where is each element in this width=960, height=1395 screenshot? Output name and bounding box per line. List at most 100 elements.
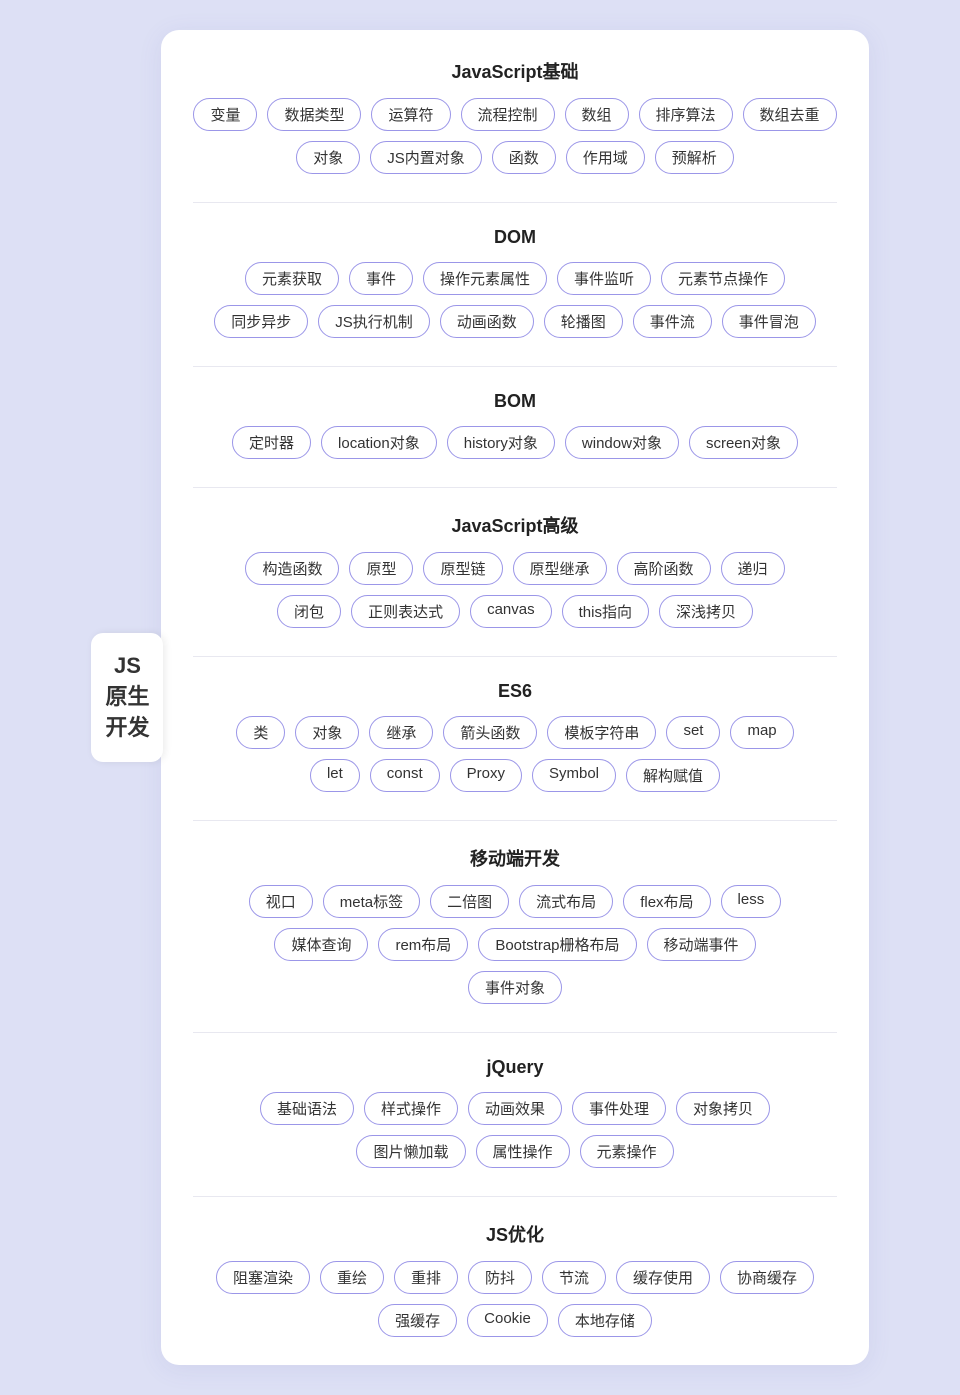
section-es6: ES6类对象继承箭头函数模板字符串setmapletconstProxySymb… (193, 681, 836, 792)
tag-item: map (730, 716, 793, 749)
tags-row-js-optimize-0: 阻塞渲染重绘重排防抖节流缓存使用协商缓存 (193, 1261, 836, 1294)
side-label: JS 原生 开发 (91, 633, 163, 761)
side-label-line3: 开发 (105, 713, 149, 744)
tag-item: 元素获取 (245, 262, 339, 295)
tag-item: 对象 (295, 716, 359, 749)
tag-item: screen对象 (689, 426, 798, 459)
tag-item: 变量 (193, 98, 257, 131)
tag-item: JS内置对象 (370, 141, 482, 174)
section-js-optimize: JS优化阻塞渲染重绘重排防抖节流缓存使用协商缓存强缓存Cookie本地存储 (193, 1221, 836, 1337)
tag-item: 重排 (394, 1261, 458, 1294)
tag-item: 操作元素属性 (423, 262, 547, 295)
tag-item: 移动端事件 (647, 928, 756, 961)
tag-item: 对象拷贝 (676, 1092, 770, 1125)
tag-item: 阻塞渲染 (216, 1261, 310, 1294)
tag-item: 原型继承 (513, 552, 607, 585)
main-card: JavaScript基础变量数据类型运算符流程控制数组排序算法数组去重对象 JS内… (161, 30, 868, 1365)
tag-item: JS执行机制 (318, 305, 430, 338)
tags-row-bom-0: 定时器 location对象 history对象 window对象 screen对象 (193, 426, 836, 459)
tags-row-dom-0: 元素获取事件操作元素属性事件监听元素节点操作 (193, 262, 836, 295)
tag-item: Cookie (467, 1304, 548, 1337)
tag-item: 排序算法 (639, 98, 733, 131)
tag-item: Proxy (450, 759, 522, 792)
tag-item: 数据类型 (267, 98, 361, 131)
tag-item: 防抖 (468, 1261, 532, 1294)
tag-item: 对象 (296, 141, 360, 174)
tag-item: Bootstrap栅格布局 (478, 928, 636, 961)
section-js-advanced: JavaScript高级构造函数原型原型链原型继承高阶函数递归闭包正则表达式ca… (193, 512, 836, 628)
tag-item: 事件对象 (468, 971, 562, 1004)
tag-item: flex布局 (623, 885, 710, 918)
tags-row-mobile-dev-2: 事件对象 (193, 971, 836, 1004)
tag-item: 协商缓存 (720, 1261, 814, 1294)
tags-row-js-basics-1: 对象 JS内置对象函数作用域预解析 (193, 141, 836, 174)
tag-item: 同步异步 (214, 305, 308, 338)
section-divider (193, 202, 836, 203)
section-title-js-basics: JavaScript基础 (193, 58, 836, 84)
tag-item: set (666, 716, 720, 749)
tag-item: 原型链 (423, 552, 502, 585)
tag-item: 定时器 (232, 426, 311, 459)
section-divider (193, 487, 836, 488)
tag-item: 事件监听 (557, 262, 651, 295)
tags-row-mobile-dev-0: 视口meta标签二倍图流式布局flex布局less (193, 885, 836, 918)
tags-row-js-basics-0: 变量数据类型运算符流程控制数组排序算法数组去重 (193, 98, 836, 131)
tag-item: const (370, 759, 440, 792)
tag-item: 函数 (492, 141, 556, 174)
tag-item: 类 (236, 716, 285, 749)
tag-item: 缓存使用 (616, 1261, 710, 1294)
tag-item: 视口 (249, 885, 313, 918)
section-bom: BOM 定时器 location对象 history对象 window对象 screen对… (193, 391, 836, 459)
tag-item: let (310, 759, 360, 792)
section-title-mobile-dev: 移动端开发 (193, 845, 836, 871)
tags-row-es6-1: let const Proxy Symbol 解构赋值 (193, 759, 836, 792)
tag-item: 强缓存 (378, 1304, 457, 1337)
tag-item: 动画效果 (468, 1092, 562, 1125)
tag-item: 事件处理 (572, 1092, 666, 1125)
section-title-js-optimize: JS优化 (193, 1221, 836, 1247)
section-js-basics: JavaScript基础变量数据类型运算符流程控制数组排序算法数组去重对象 JS内… (193, 58, 836, 174)
tag-item: 数组 (565, 98, 629, 131)
section-jquery: jQuery基础语法样式操作动画效果事件处理对象拷贝图片懒加载属性操作元素操作 (193, 1057, 836, 1168)
section-divider (193, 1032, 836, 1033)
tag-item: this指向 (562, 595, 649, 628)
tag-item: meta标签 (323, 885, 420, 918)
section-title-bom: BOM (193, 391, 836, 412)
tag-item: 预解析 (655, 141, 734, 174)
tag-item: 元素操作 (580, 1135, 674, 1168)
tag-item: 节流 (542, 1261, 606, 1294)
tag-item: 重绘 (320, 1261, 384, 1294)
tags-row-mobile-dev-1: 媒体查询 rem布局 Bootstrap栅格布局移动端事件 (193, 928, 836, 961)
tag-item: window对象 (565, 426, 679, 459)
tag-item: history对象 (447, 426, 555, 459)
section-title-jquery: jQuery (193, 1057, 836, 1078)
tag-item: 图片懒加载 (356, 1135, 465, 1168)
tag-item: 媒体查询 (274, 928, 368, 961)
tag-item: rem布局 (378, 928, 468, 961)
tag-item: 正则表达式 (351, 595, 460, 628)
tag-item: 流式布局 (519, 885, 613, 918)
tag-item: Symbol (532, 759, 616, 792)
side-label-line2: 原生 (105, 682, 149, 713)
tag-item: 高阶函数 (617, 552, 711, 585)
section-title-js-advanced: JavaScript高级 (193, 512, 836, 538)
tag-item: location对象 (321, 426, 437, 459)
tag-item: 数组去重 (743, 98, 837, 131)
tag-item: canvas (470, 595, 552, 628)
tags-row-jquery-1: 图片懒加载属性操作元素操作 (193, 1135, 836, 1168)
tags-row-es6-0: 类对象继承箭头函数模板字符串setmap (193, 716, 836, 749)
tags-row-js-advanced-1: 闭包正则表达式canvasthis指向深浅拷贝 (193, 595, 836, 628)
section-divider (193, 1196, 836, 1197)
side-label-line1: JS (105, 651, 149, 682)
tag-item: 解构赋值 (626, 759, 720, 792)
tag-item: 作用域 (566, 141, 645, 174)
tag-item: 元素节点操作 (661, 262, 785, 295)
tag-item: 递归 (721, 552, 785, 585)
tags-row-dom-1: 同步异步JS执行机制动画函数轮播图事件流事件冒泡 (193, 305, 836, 338)
section-divider (193, 366, 836, 367)
tag-item: 属性操作 (476, 1135, 570, 1168)
tag-item: 流程控制 (461, 98, 555, 131)
tag-item: 基础语法 (260, 1092, 354, 1125)
tag-item: 继承 (369, 716, 433, 749)
tag-item: 事件 (349, 262, 413, 295)
